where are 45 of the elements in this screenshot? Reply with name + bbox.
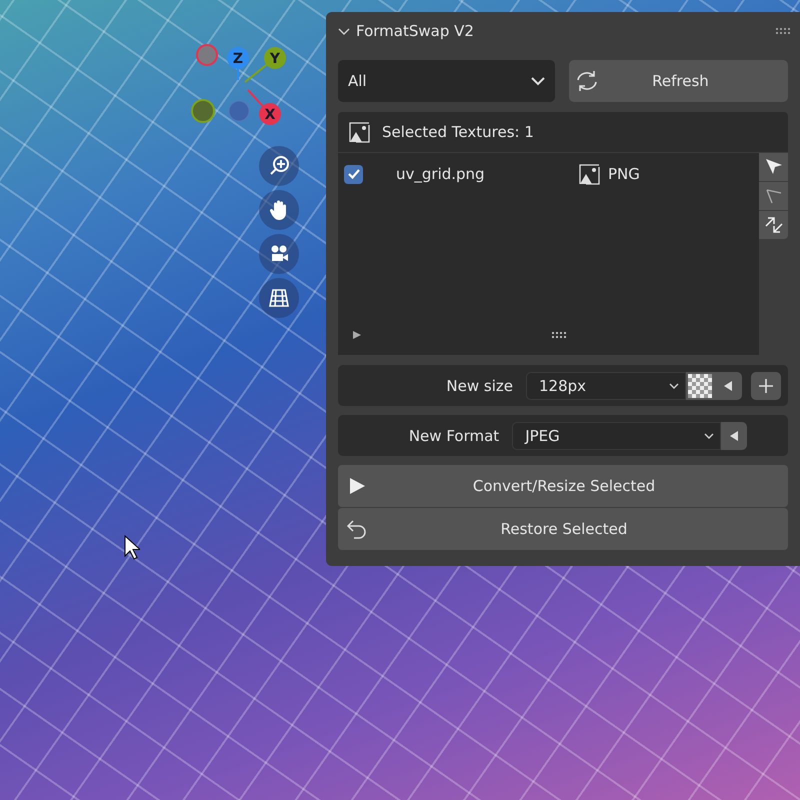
decorator-button[interactable]	[714, 372, 742, 400]
image-icon	[348, 121, 370, 143]
format-dropdown[interactable]: JPEG	[512, 422, 722, 450]
triangle-left-icon	[723, 380, 733, 392]
negative-axis-handle[interactable]	[228, 100, 250, 122]
plus-icon	[758, 378, 774, 394]
refresh-button[interactable]: Refresh	[569, 60, 788, 102]
restore-button[interactable]: Restore Selected	[338, 508, 788, 550]
checkerboard-icon[interactable]	[686, 372, 714, 400]
convert-button[interactable]: Convert/Resize Selected	[338, 465, 788, 507]
drag-handle-icon[interactable]	[776, 28, 792, 34]
zoom-icon[interactable]	[259, 146, 299, 186]
grid-icon[interactable]	[259, 278, 299, 318]
checkmark-icon	[346, 167, 360, 181]
list-header: Selected Textures: 1	[382, 123, 534, 141]
mouse-pointer-icon	[124, 535, 140, 561]
axis-handle[interactable]: X	[247, 89, 281, 125]
pointer-tool-button[interactable]	[759, 182, 788, 210]
texture-name[interactable]: uv_grid.png	[396, 165, 578, 183]
resize-handle-icon[interactable]	[552, 332, 566, 338]
expand-triangle-icon[interactable]	[352, 330, 362, 340]
size-dropdown[interactable]: 128px	[526, 372, 686, 400]
chevron-down-icon	[669, 382, 679, 390]
panel-title[interactable]: FormatSwap V2	[356, 22, 776, 40]
chevron-down-icon	[704, 432, 714, 440]
select-tool-button[interactable]	[759, 153, 788, 181]
filter-dropdown[interactable]: All	[338, 60, 555, 102]
image-icon	[578, 163, 600, 185]
triangle-left-icon	[729, 430, 740, 442]
diagonal-arrows-icon	[764, 215, 784, 235]
chevron-down-icon	[531, 76, 545, 86]
decorator-button[interactable]	[721, 422, 748, 450]
camera-icon[interactable]	[259, 234, 299, 274]
add-button[interactable]	[751, 372, 781, 400]
hand-icon[interactable]	[259, 190, 299, 230]
format-label: New Format	[408, 426, 500, 444]
size-label: New size	[445, 376, 513, 394]
refresh-icon	[575, 69, 599, 93]
axis-handle[interactable]: Y	[244, 47, 286, 83]
resize-tool-button[interactable]	[759, 211, 788, 239]
checkbox[interactable]	[344, 164, 363, 184]
undo-arrow-icon	[346, 519, 368, 539]
negative-axis-handle[interactable]	[196, 44, 218, 66]
texture-format: PNG	[608, 165, 640, 183]
negative-axis-handle[interactable]	[191, 99, 215, 123]
